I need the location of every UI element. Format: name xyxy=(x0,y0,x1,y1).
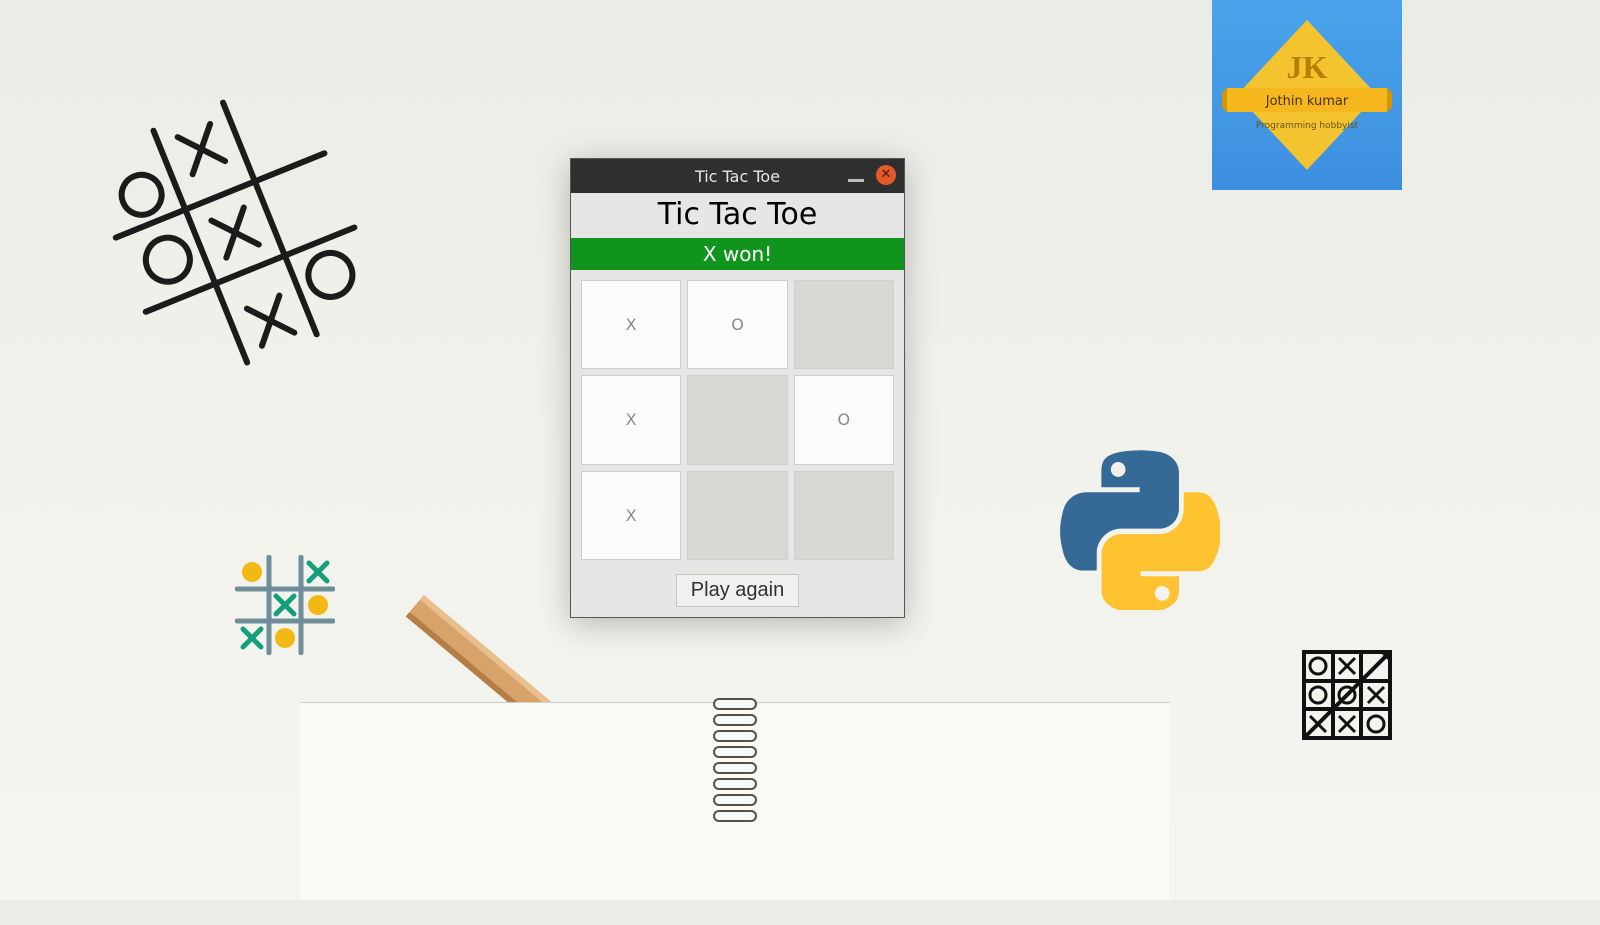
cell-1-1[interactable] xyxy=(687,375,787,464)
mini-tictactoe-icon xyxy=(235,555,335,655)
status-bar: X won! xyxy=(571,238,904,270)
python-logo xyxy=(1060,450,1220,610)
badge-subtitle: Programming hobbyist xyxy=(1256,121,1359,131)
window-title: Tic Tac Toe xyxy=(695,167,780,186)
cell-2-1[interactable] xyxy=(687,471,787,560)
cell-1-2[interactable]: O xyxy=(794,375,894,464)
minimize-icon[interactable] xyxy=(848,179,864,182)
cell-2-2[interactable] xyxy=(794,471,894,560)
author-badge: JK Jothin kumar Programming hobbyist xyxy=(1212,0,1402,190)
badge-name: Jothin kumar xyxy=(1265,94,1349,109)
cell-1-0[interactable]: X xyxy=(581,375,681,464)
sketch-tictactoe xyxy=(90,80,370,400)
close-icon[interactable]: ✕ xyxy=(876,165,896,185)
square-tictactoe-icon xyxy=(1302,650,1392,740)
notebook-image xyxy=(300,702,1170,900)
cell-0-2[interactable] xyxy=(794,280,894,369)
game-board: X O X O X xyxy=(571,270,904,570)
cell-2-0[interactable]: X xyxy=(581,471,681,560)
cell-0-1[interactable]: O xyxy=(687,280,787,369)
tictactoe-window: Tic Tac Toe ✕ Tic Tac Toe X won! X O X O… xyxy=(570,158,905,618)
cell-0-0[interactable]: X xyxy=(581,280,681,369)
window-titlebar[interactable]: Tic Tac Toe ✕ xyxy=(571,159,904,193)
play-again-button[interactable]: Play again xyxy=(676,574,799,607)
app-title: Tic Tac Toe xyxy=(571,193,904,238)
svg-text:JK: JK xyxy=(1287,49,1328,85)
